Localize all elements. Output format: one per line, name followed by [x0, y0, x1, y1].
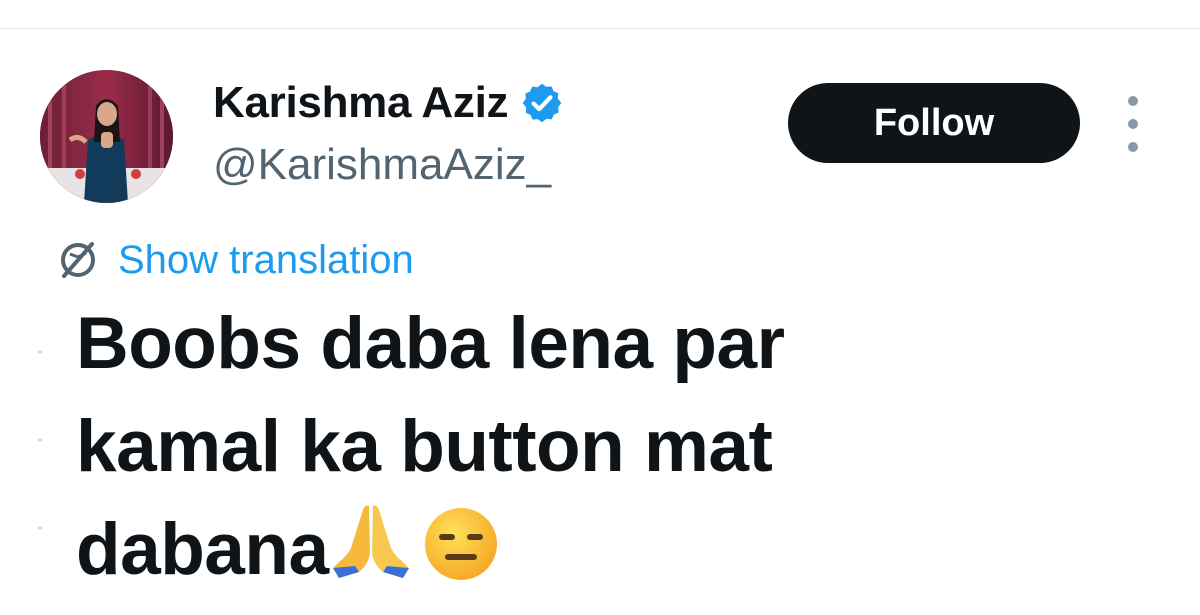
show-translation-link[interactable]: Show translation — [118, 238, 414, 283]
avatar[interactable] — [40, 70, 173, 203]
more-dot — [1128, 142, 1138, 152]
more-dot — [1128, 96, 1138, 106]
tweet-line-text: kamal ka button mat — [76, 406, 773, 487]
tweet-text: Boobs daba lena par kamal ka button mat … — [76, 292, 1076, 601]
author-display-name[interactable]: Karishma Aziz — [213, 78, 509, 128]
verified-badge-icon — [522, 83, 562, 123]
author-handle[interactable]: @KarishmaAziz_ — [213, 140, 551, 190]
decorative-dot — [38, 438, 42, 442]
folded-hands-emoji-icon — [332, 505, 409, 578]
more-options-button[interactable] — [1118, 96, 1148, 152]
more-dot — [1128, 119, 1138, 129]
show-translation-row[interactable]: Show translation — [56, 236, 414, 284]
decorative-dot — [38, 526, 42, 530]
tweet-line: Boobs daba lena par — [76, 303, 785, 384]
tweet-line: dabana — [76, 498, 1076, 601]
top-divider — [0, 28, 1200, 29]
decorative-dot — [38, 350, 42, 354]
author-name-row: Karishma Aziz — [213, 78, 564, 128]
tweet-line: kamal ka button mat — [76, 395, 1076, 498]
expressionless-face-emoji-icon — [424, 508, 497, 580]
globe-icon — [61, 242, 95, 278]
follow-button[interactable]: Follow — [788, 83, 1080, 163]
tweet-line-text: dabana — [76, 509, 329, 590]
